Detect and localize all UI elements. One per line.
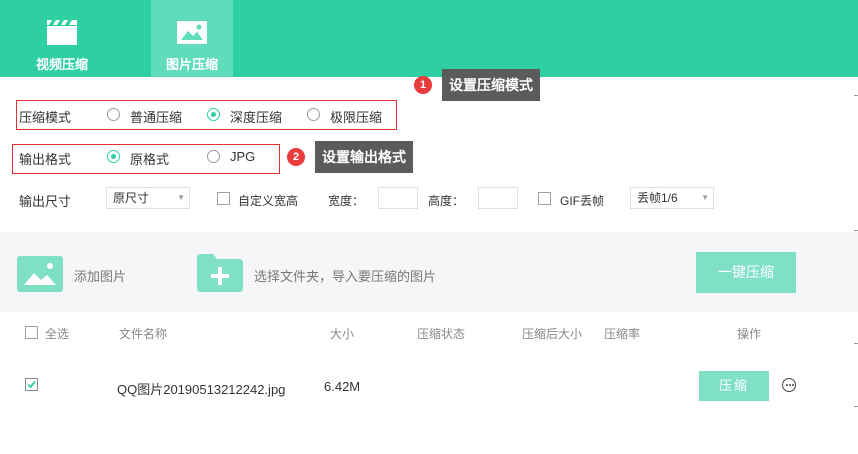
height-label: 高度： [428,194,465,208]
radio-extreme-compress[interactable] [307,108,320,121]
header-ops: 操作 [737,327,762,341]
header-status: 压缩状态 [417,327,466,341]
callout-2-badge: 2 [287,148,305,166]
window-edge-mark [854,95,858,96]
header-after-size: 压缩后大小 [522,327,583,341]
chevron-down-icon: ▼ [701,193,709,202]
width-label: 宽度： [328,194,365,208]
row-checkbox[interactable] [25,378,38,391]
radio-deep-compress-label[interactable]: 深度压缩 [230,107,282,126]
tab-image-compress-label: 图片压缩 [165,57,218,72]
callout-1-tooltip: 设置压缩模式 [442,69,540,101]
radio-original-format-label[interactable]: 原格式 [130,149,169,168]
add-folder-icon[interactable] [197,254,243,292]
radio-jpg-format[interactable] [207,150,220,163]
tab-video-compress-label: 视频压缩 [35,57,88,72]
tab-video-compress[interactable]: 视频压缩 [21,0,103,77]
radio-normal-compress[interactable] [107,108,120,121]
radio-deep-compress[interactable] [207,108,220,121]
top-nav-bar: 视频压缩 图片压缩 [0,0,858,77]
callout-2-tooltip: 设置输出格式 [315,141,413,173]
gif-drop-frame-label: GIF丢帧 [560,194,604,208]
compress-mode-label: 压缩模式 [19,110,72,125]
gif-drop-frame-checkbox[interactable] [538,192,551,205]
frame-drop-select[interactable]: 丢帧1/6 ▼ [630,187,714,209]
window-edge-mark [854,343,858,344]
radio-jpg-format-label[interactable]: JPG [230,149,255,164]
more-options-icon[interactable] [782,378,796,392]
radio-original-format[interactable] [107,150,120,163]
row-filename: QQ图片20190513212242.jpg [117,382,286,397]
header-size: 大小 [330,327,355,341]
checkmark-icon [27,380,36,389]
callout-1-badge: 1 [414,76,432,94]
frame-drop-select-value: 丢帧1/6 [637,191,678,205]
row-size: 6.42M [324,379,361,394]
image-icon [177,21,207,44]
window-edge-mark [854,406,858,407]
add-image-icon[interactable] [17,256,63,292]
header-select-all: 全选 [45,327,70,341]
width-input[interactable] [378,187,418,209]
custom-size-checkbox[interactable] [217,192,230,205]
output-size-select[interactable]: 原尺寸 ▼ [106,187,190,209]
action-bar: 添加图片 选择文件夹，导入要压缩的图片 一键压缩 [0,232,858,312]
row-compress-button[interactable]: 压缩 [699,371,769,401]
tab-image-compress[interactable]: 图片压缩 [151,0,233,77]
header-filename: 文件名称 [119,327,168,341]
add-image-label[interactable]: 添加图片 [74,266,126,285]
chevron-down-icon: ▼ [177,193,185,202]
select-folder-label[interactable]: 选择文件夹，导入要压缩的图片 [254,266,436,285]
compress-all-button[interactable]: 一键压缩 [696,252,796,293]
output-size-label: 输出尺寸 [19,194,72,209]
header-ratio: 压缩率 [604,327,641,341]
height-input[interactable] [478,187,518,209]
radio-normal-compress-label[interactable]: 普通压缩 [130,107,182,126]
output-size-select-value: 原尺寸 [113,191,150,205]
video-clapper-icon [47,20,77,45]
window-edge-mark [854,230,858,231]
output-format-label: 输出格式 [19,152,72,167]
custom-size-label: 自定义宽高 [238,194,299,208]
select-all-checkbox[interactable] [25,326,38,339]
radio-extreme-compress-label[interactable]: 极限压缩 [330,107,382,126]
